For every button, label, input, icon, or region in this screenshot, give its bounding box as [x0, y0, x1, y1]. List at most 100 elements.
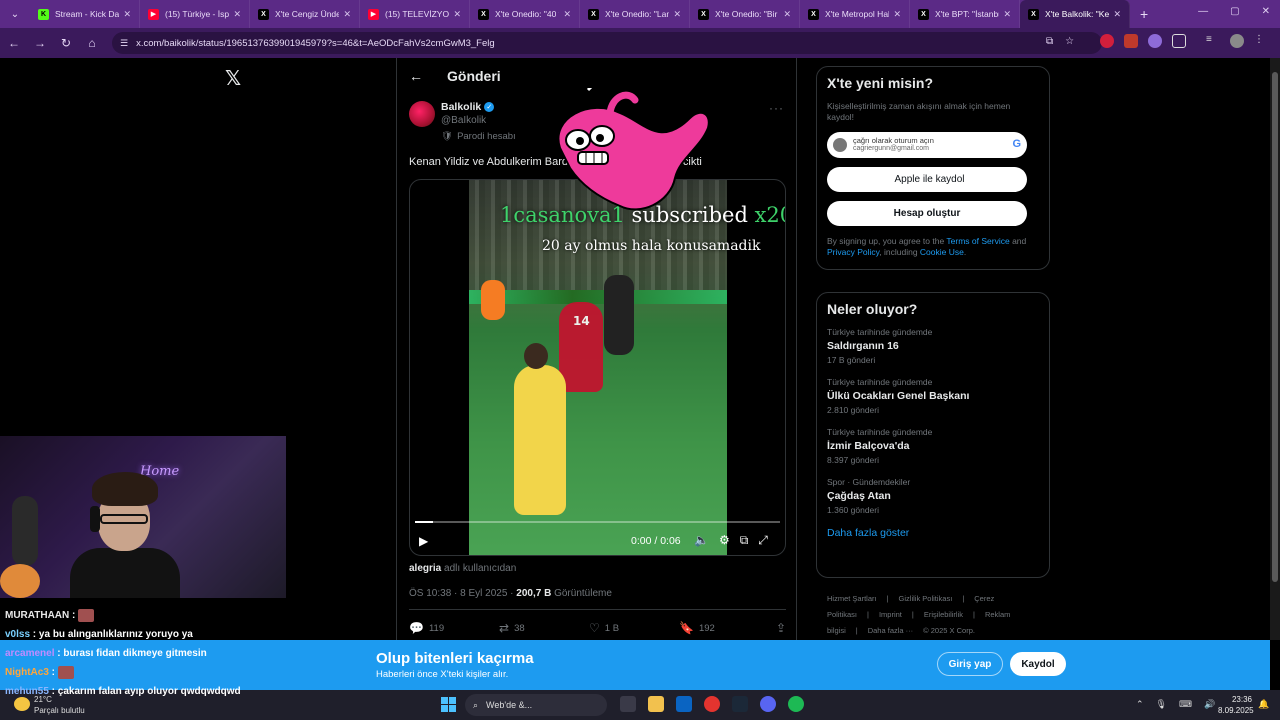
login-button[interactable]: Giriş yap [937, 652, 1003, 676]
author-avatar[interactable] [409, 101, 435, 127]
google-signin-button[interactable]: çağrı olarak oturum açın cagriergunn@gma… [827, 131, 1027, 158]
footer-link[interactable]: Gizlilik Politikası [899, 594, 953, 603]
chat-username[interactable]: MURATHAAN [5, 610, 69, 621]
browser-tab[interactable]: X X'te Onedio: "40 y ✕ [470, 0, 580, 28]
video-progress-bar[interactable] [415, 521, 780, 523]
browser-tab[interactable]: X X'te BPT: "İstanbu ✕ [910, 0, 1020, 28]
task-view-icon[interactable] [620, 696, 636, 712]
apple-signup-button[interactable]: Apple ile kaydol [827, 166, 1027, 192]
show-more-link[interactable]: Daha fazla göster [827, 527, 1039, 539]
mic-tray-icon[interactable]: 🎙 [1156, 699, 1167, 710]
reply-button[interactable]: 💬 119 [409, 621, 499, 635]
forward-icon[interactable]: → [28, 36, 52, 50]
browser-tab[interactable]: X X'te Balkolik: "Ker ✕ [1020, 0, 1130, 28]
minimize-icon[interactable]: — [1198, 6, 1208, 17]
browser-tab[interactable]: X X'te Metropol Hal ✕ [800, 0, 910, 28]
home-icon[interactable]: ⌂ [80, 36, 104, 50]
browser-tab[interactable]: X X'te Onedio: "Bir a ✕ [690, 0, 800, 28]
chrome-icon[interactable] [704, 696, 720, 712]
extension-icon[interactable] [1148, 34, 1162, 48]
like-button[interactable]: ♡ 1 B [589, 621, 679, 635]
site-info-icon[interactable]: ☰ [120, 38, 128, 49]
signup-button[interactable]: Kaydol [1010, 652, 1066, 676]
page-scrollbar[interactable] [1270, 58, 1280, 640]
browser-menu-icon[interactable]: ⋮ [1254, 34, 1268, 48]
footer-link[interactable]: © 2025 X Corp. [923, 626, 975, 635]
back-arrow-icon[interactable]: ← [409, 68, 423, 84]
create-account-button[interactable]: Hesap oluştur [827, 200, 1027, 226]
video-frame[interactable]: 14 [469, 180, 727, 555]
source-user[interactable]: alegria [409, 563, 441, 574]
more-options-icon[interactable]: ··· [769, 101, 784, 115]
fullscreen-icon[interactable]: ⤢ [758, 533, 768, 548]
reading-list-icon[interactable]: ≡ [1206, 34, 1220, 48]
new-tab-button[interactable]: + [1140, 6, 1148, 22]
author-name[interactable]: Balkolik [441, 101, 481, 113]
maximize-icon[interactable]: ▢ [1230, 6, 1239, 17]
chat-username[interactable]: arcamenel [5, 648, 54, 659]
browser-tab[interactable]: K Stream - Kick Da ✕ [30, 0, 140, 28]
windows-start-icon[interactable] [441, 697, 456, 712]
tab-close-icon[interactable]: ✕ [783, 9, 791, 20]
chat-username[interactable]: v0lss [5, 629, 30, 640]
steam-icon[interactable] [732, 696, 748, 712]
tab-close-icon[interactable]: ✕ [453, 9, 461, 20]
post-timestamp[interactable]: ÖS 10:38 · 8 Eyl 2025 · [409, 588, 516, 599]
privacy-policy-link[interactable]: Privacy Policy [827, 247, 879, 257]
volume-icon[interactable]: 🔈 [694, 533, 709, 548]
tab-close-icon[interactable]: ✕ [123, 9, 131, 20]
trend-item[interactable]: Türkiye tarihinde gündemde Ülkü Ocakları … [827, 377, 1039, 415]
tab-close-icon[interactable]: ✕ [673, 9, 681, 20]
discord-icon[interactable] [760, 696, 776, 712]
spotify-icon[interactable] [788, 696, 804, 712]
browser-tab[interactable]: X X'te Cengiz Ünde ✕ [250, 0, 360, 28]
speaker-icon[interactable]: 🔊 [1204, 699, 1215, 710]
notification-bell-icon[interactable]: 🔔 [1258, 699, 1269, 710]
taskbar-search[interactable]: ⌕ Web'de &... [465, 694, 607, 716]
tab-close-icon[interactable]: ✕ [343, 9, 351, 20]
cookie-use-link[interactable]: Cookie Use [920, 247, 964, 257]
footer-link[interactable]: Daha fazla ··· [868, 626, 913, 635]
browser-tab[interactable]: ▶ (15) TELEVİZYON ✕ [360, 0, 470, 28]
close-window-icon[interactable]: ✕ [1262, 6, 1270, 17]
tab-search-button[interactable]: ⌄ [4, 3, 26, 25]
tab-close-icon[interactable]: ✕ [1003, 9, 1011, 20]
trend-item[interactable]: Türkiye tarihinde gündemde İzmir Balçova'… [827, 427, 1039, 465]
outlook-icon[interactable] [676, 696, 692, 712]
scroll-thumb[interactable] [1272, 72, 1278, 582]
tab-close-icon[interactable]: ✕ [893, 9, 901, 20]
repost-button[interactable]: ⇄ 38 [499, 621, 589, 635]
trend-item[interactable]: Türkiye tarihinde gündemde Saldırganın 16… [827, 327, 1039, 365]
bookmark-button[interactable]: 🔖 192 [679, 621, 769, 635]
url-input[interactable]: ☰ x.com/baikolik/status/1965137639901945… [112, 32, 1102, 54]
extension-icon[interactable] [1100, 34, 1114, 48]
profile-avatar[interactable] [1230, 34, 1244, 48]
browser-tab[interactable]: ▶ (15) Türkiye - İspa ✕ [140, 0, 250, 28]
pip-icon[interactable]: ⧉ [740, 533, 749, 548]
terms-of-service-link[interactable]: Terms of Service [946, 236, 1009, 246]
taskbar-clock[interactable]: 23:36 8.09.2025 [1218, 694, 1254, 716]
bookmark-star-icon[interactable]: ☆ [1065, 36, 1074, 47]
footer-link[interactable]: Imprint [879, 610, 902, 619]
tab-close-icon[interactable]: ✕ [233, 9, 241, 20]
browser-tab[interactable]: X X'te Onedio: "Lam ✕ [580, 0, 690, 28]
tab-close-icon[interactable]: ✕ [563, 9, 571, 20]
file-explorer-icon[interactable] [648, 696, 664, 712]
reload-icon[interactable]: ↻ [54, 36, 78, 50]
author-handle[interactable]: @BaIkolik [441, 115, 494, 126]
extension-icon[interactable] [1124, 34, 1138, 48]
chat-username[interactable]: NightAc3 [5, 667, 49, 678]
footer-link[interactable]: Erişilebilirlik [924, 610, 963, 619]
back-icon[interactable]: ← [2, 36, 26, 50]
footer-link[interactable]: Hizmet Şartları [827, 594, 877, 603]
trend-item[interactable]: Spor · Gündemdekiler Çağdaş Atan 1.360 gön… [827, 477, 1039, 515]
share-button[interactable]: ⇪ [776, 621, 786, 635]
install-app-icon[interactable]: ⧉ [1046, 36, 1053, 47]
tab-close-icon[interactable]: ✕ [1113, 9, 1121, 20]
network-icon[interactable]: ⌨ [1179, 699, 1192, 710]
play-icon[interactable]: ▶ [419, 534, 428, 548]
extensions-puzzle-icon[interactable] [1172, 34, 1186, 48]
tray-chevron-icon[interactable]: ⌃ [1136, 699, 1144, 710]
chat-username[interactable]: mehun55 [5, 686, 49, 697]
x-logo-icon[interactable]: 𝕏 [225, 66, 241, 91]
